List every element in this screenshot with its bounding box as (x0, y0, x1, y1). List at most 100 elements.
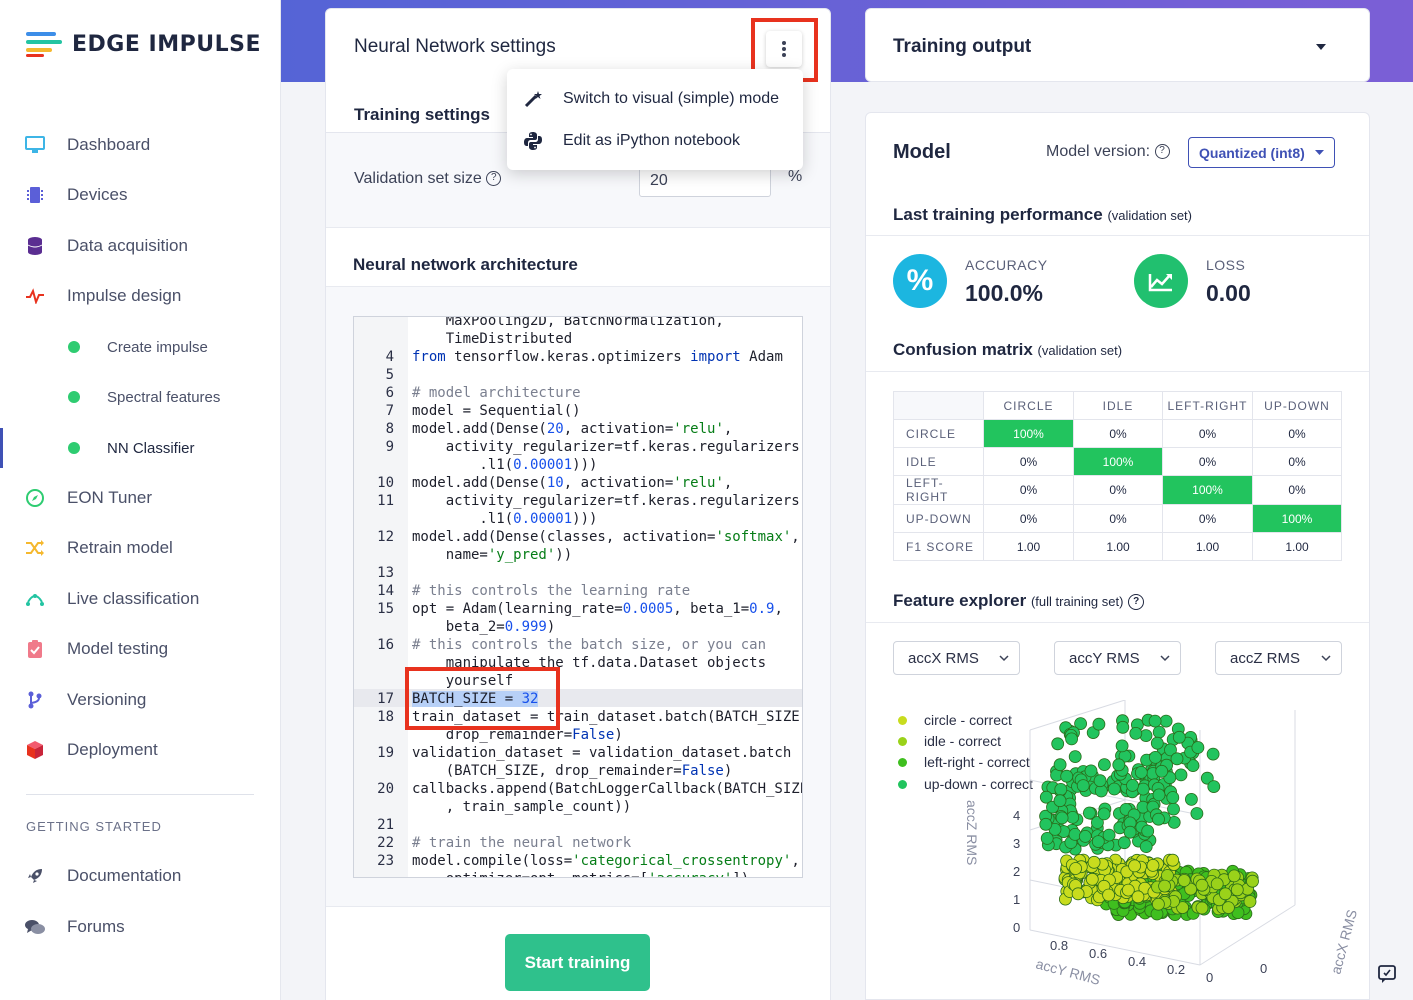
code-line[interactable]: 8 model.add(Dense(20, activation='relu', (354, 420, 802, 438)
scatter-point[interactable] (1082, 806, 1096, 820)
code-line[interactable]: 6 # model architecture (354, 384, 802, 402)
sidebar-item-documentation[interactable]: Documentation (0, 856, 281, 896)
code-line[interactable]: 19 validation_dataset = validation_datase… (354, 744, 802, 762)
code-line[interactable]: 5 (354, 366, 802, 384)
scatter-point[interactable] (1160, 869, 1174, 882)
scatter-point[interactable] (1174, 768, 1188, 782)
scatter-point[interactable] (1148, 751, 1162, 764)
scatter-point[interactable] (1150, 736, 1164, 750)
scatter-point[interactable] (1078, 829, 1092, 843)
chevron-down-icon[interactable] (1315, 43, 1327, 51)
scatter-point[interactable] (1152, 725, 1166, 739)
help-icon[interactable]: ? (1154, 144, 1170, 160)
scatter-point[interactable] (1112, 758, 1126, 772)
scatter-point[interactable] (1087, 855, 1101, 869)
scatter-point[interactable] (1158, 879, 1172, 893)
scatter-point[interactable] (1084, 764, 1098, 778)
scatter-point[interactable] (1218, 887, 1232, 901)
scatter-point[interactable] (1152, 788, 1166, 802)
feedback-icon[interactable] (1376, 963, 1398, 985)
sidebar-item-deployment[interactable]: Deployment (0, 730, 281, 770)
scatter-point[interactable] (1068, 750, 1082, 763)
scatter-point[interactable] (1167, 802, 1180, 816)
scatter-point[interactable] (1191, 741, 1205, 754)
code-line[interactable]: 21 (354, 816, 802, 834)
help-icon[interactable]: ? (486, 171, 502, 187)
sidebar-subitem-create-impulse[interactable]: Create impulse (0, 327, 281, 367)
code-line[interactable]: .l1(0.00001))) (354, 510, 802, 528)
sidebar-item-devices[interactable]: Devices (0, 175, 281, 215)
sidebar-item-dashboard[interactable]: Dashboard (0, 125, 281, 165)
sidebar-item-eon-tuner[interactable]: EON Tuner (0, 478, 281, 518)
scatter-point[interactable] (1069, 862, 1082, 875)
scatter-point[interactable] (1039, 817, 1053, 831)
scatter-point[interactable] (1085, 872, 1099, 886)
sidebar-item-forums[interactable]: Forums (0, 907, 281, 947)
scatter-point[interactable] (1076, 779, 1090, 792)
scatter-point[interactable] (1148, 714, 1162, 728)
code-line[interactable]: MaxPooling2D, BatchNormalization, (354, 317, 802, 330)
scatter-point[interactable] (1146, 858, 1160, 872)
sidebar-item-model-testing[interactable]: Model testing (0, 629, 281, 669)
scatter-point[interactable] (1068, 827, 1082, 841)
scatter-point[interactable] (1155, 764, 1169, 778)
scatter-point[interactable] (1129, 727, 1143, 740)
code-line[interactable]: , train_sample_count)) (354, 798, 802, 816)
scatter-point[interactable] (1172, 730, 1186, 744)
scatter-point[interactable] (1092, 717, 1106, 731)
code-line[interactable]: 12 model.add(Dense(classes, activation='s… (354, 528, 802, 546)
y-axis-select[interactable]: accY RMS (1054, 641, 1181, 675)
scatter-point[interactable] (1131, 890, 1145, 904)
scatter-point[interactable] (1151, 897, 1165, 911)
scatter-point[interactable] (1126, 779, 1139, 792)
code-line[interactable]: 20 callbacks.append(BatchLoggerCallback(B… (354, 780, 802, 798)
scatter-point[interactable] (1097, 807, 1111, 821)
code-line[interactable]: name='y_pred')) (354, 546, 802, 564)
scatter-point[interactable] (1054, 783, 1068, 796)
code-line[interactable]: .l1(0.00001))) (354, 456, 802, 474)
sidebar-item-impulse-design[interactable]: Impulse design (0, 276, 281, 316)
code-line[interactable]: 4 from tensorflow.keras.optimizers import… (354, 348, 802, 366)
scatter-point[interactable] (1115, 739, 1129, 753)
scatter-point[interactable] (1139, 840, 1153, 854)
sidebar-subitem-spectral-features[interactable]: Spectral features (0, 377, 281, 417)
code-line[interactable]: 7 model = Sequential() (354, 402, 802, 420)
scatter-point[interactable] (1166, 853, 1180, 867)
scatter-point[interactable] (1166, 791, 1180, 804)
scatter-point[interactable] (1195, 878, 1209, 892)
scatter-point[interactable] (1206, 747, 1220, 761)
sidebar-item-data-acquisition[interactable]: Data acquisition (0, 226, 281, 266)
scatter-point[interactable] (1230, 883, 1244, 897)
code-line[interactable]: 11 activity_regularizer=tf.keras.regular… (354, 492, 802, 510)
code-line[interactable]: 13 (354, 564, 802, 582)
scatter-point[interactable] (1210, 877, 1224, 891)
scatter-point[interactable] (1097, 758, 1111, 771)
scatter-point[interactable] (1134, 766, 1148, 779)
scatter-point[interactable] (1123, 825, 1137, 839)
sidebar-item-versioning[interactable]: Versioning (0, 680, 281, 720)
x-axis-select[interactable]: accX RMS (893, 641, 1020, 675)
code-line[interactable]: TimeDistributed (354, 330, 802, 348)
scatter-point[interactable] (1093, 774, 1107, 788)
scatter-point[interactable] (1177, 874, 1191, 887)
logo[interactable]: EDGE IMPULSE (26, 30, 261, 58)
scatter-point[interactable] (1102, 888, 1116, 902)
scatter-point[interactable] (1107, 782, 1121, 796)
scatter-point[interactable] (1091, 835, 1105, 849)
scatter-point[interactable] (1221, 901, 1235, 915)
scatter-point[interactable] (1055, 811, 1069, 825)
menu-item-switch-visual-mode[interactable]: Switch to visual (simple) mode (507, 79, 803, 119)
scatter-point[interactable] (1053, 758, 1067, 772)
code-line[interactable]: optimizer=opt, metrics=['accuracy']) (354, 870, 802, 877)
scatter-point[interactable] (1159, 714, 1173, 728)
scatter-point[interactable] (1152, 812, 1165, 826)
feature-explorer-3d-plot[interactable]: accZ RMS accY RMS accX RMS 01234 0.80.60… (955, 700, 1365, 1000)
code-line[interactable]: 10 model.add(Dense(10, activation='relu', (354, 474, 802, 492)
z-axis-select[interactable]: accZ RMS (1215, 641, 1342, 675)
help-icon[interactable]: ? (1128, 593, 1145, 610)
code-line[interactable]: 22 # train the neural network (354, 834, 802, 852)
code-line[interactable]: 9 activity_regularizer=tf.keras.regulari… (354, 438, 802, 456)
training-output-card[interactable]: Training output (865, 8, 1370, 82)
scatter-point[interactable] (1065, 732, 1078, 746)
code-line[interactable]: 14 # this controls the learning rate (354, 582, 802, 600)
